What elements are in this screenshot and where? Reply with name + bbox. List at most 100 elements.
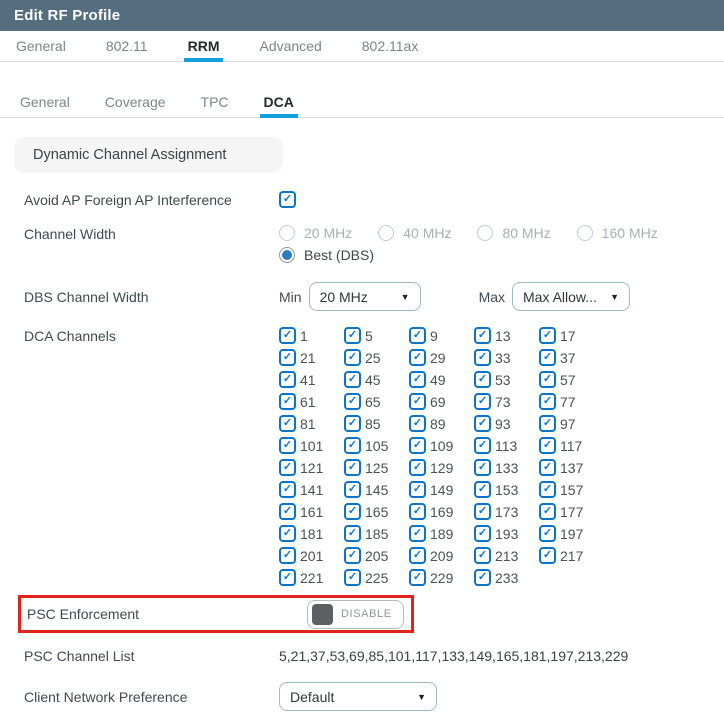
- channel-checkbox[interactable]: [344, 327, 361, 344]
- channel-checkbox[interactable]: [279, 371, 296, 388]
- dca-channel-113[interactable]: 113: [474, 437, 539, 454]
- subtab-dca[interactable]: DCA: [259, 86, 299, 118]
- dca-channel-97[interactable]: 97: [539, 415, 604, 432]
- dca-channel-1[interactable]: 1: [279, 327, 344, 344]
- dca-channel-133[interactable]: 133: [474, 459, 539, 476]
- channel-checkbox[interactable]: [409, 393, 426, 410]
- dca-channel-41[interactable]: 41: [279, 371, 344, 388]
- channel-checkbox[interactable]: [279, 503, 296, 520]
- dca-channel-125[interactable]: 125: [344, 459, 409, 476]
- dca-channel-81[interactable]: 81: [279, 415, 344, 432]
- dca-channel-65[interactable]: 65: [344, 393, 409, 410]
- dca-channel-137[interactable]: 137: [539, 459, 604, 476]
- subtab-tpc[interactable]: TPC: [199, 86, 231, 117]
- tab-general[interactable]: General: [14, 31, 68, 61]
- dca-channel-45[interactable]: 45: [344, 371, 409, 388]
- dca-channel-217[interactable]: 217: [539, 547, 604, 564]
- dca-channel-5[interactable]: 5: [344, 327, 409, 344]
- channel-checkbox[interactable]: [539, 371, 556, 388]
- subtab-coverage[interactable]: Coverage: [103, 86, 168, 117]
- tab-802-11ax[interactable]: 802.11ax: [360, 31, 421, 61]
- dca-channel-61[interactable]: 61: [279, 393, 344, 410]
- channel-checkbox[interactable]: [409, 349, 426, 366]
- radio-80-mhz[interactable]: 80 MHz: [477, 225, 551, 241]
- dca-channel-9[interactable]: 9: [409, 327, 474, 344]
- radio-20-mhz[interactable]: 20 MHz: [279, 225, 352, 241]
- channel-checkbox[interactable]: [409, 327, 426, 344]
- dca-channel-69[interactable]: 69: [409, 393, 474, 410]
- channel-checkbox[interactable]: [279, 547, 296, 564]
- channel-checkbox[interactable]: [474, 481, 491, 498]
- psc-enforcement-toggle[interactable]: DISABLE: [307, 599, 404, 629]
- channel-checkbox[interactable]: [409, 547, 426, 564]
- dca-channel-165[interactable]: 165: [344, 503, 409, 520]
- dca-channel-53[interactable]: 53: [474, 371, 539, 388]
- dca-channel-13[interactable]: 13: [474, 327, 539, 344]
- dca-channel-85[interactable]: 85: [344, 415, 409, 432]
- tab-advanced[interactable]: Advanced: [257, 31, 323, 61]
- dca-channel-193[interactable]: 193: [474, 525, 539, 542]
- dca-channel-169[interactable]: 169: [409, 503, 474, 520]
- dca-channel-89[interactable]: 89: [409, 415, 474, 432]
- dca-channel-205[interactable]: 205: [344, 547, 409, 564]
- channel-checkbox[interactable]: [409, 371, 426, 388]
- radio-40-mhz[interactable]: 40 MHz: [378, 225, 451, 241]
- dca-channel-49[interactable]: 49: [409, 371, 474, 388]
- channel-checkbox[interactable]: [344, 349, 361, 366]
- dca-channel-197[interactable]: 197: [539, 525, 604, 542]
- dca-channel-173[interactable]: 173: [474, 503, 539, 520]
- channel-checkbox[interactable]: [539, 547, 556, 564]
- dca-channel-37[interactable]: 37: [539, 349, 604, 366]
- channel-checkbox[interactable]: [474, 459, 491, 476]
- channel-checkbox[interactable]: [279, 415, 296, 432]
- channel-checkbox[interactable]: [279, 481, 296, 498]
- channel-checkbox[interactable]: [474, 503, 491, 520]
- channel-checkbox[interactable]: [344, 371, 361, 388]
- dca-channel-73[interactable]: 73: [474, 393, 539, 410]
- channel-checkbox[interactable]: [279, 459, 296, 476]
- channel-checkbox[interactable]: [539, 437, 556, 454]
- radio-160-mhz[interactable]: 160 MHz: [576, 225, 658, 241]
- channel-checkbox[interactable]: [539, 349, 556, 366]
- channel-checkbox[interactable]: [344, 415, 361, 432]
- channel-checkbox[interactable]: [474, 393, 491, 410]
- dca-channel-21[interactable]: 21: [279, 349, 344, 366]
- dca-channel-189[interactable]: 189: [409, 525, 474, 542]
- dca-channel-141[interactable]: 141: [279, 481, 344, 498]
- dca-channel-161[interactable]: 161: [279, 503, 344, 520]
- tab-rrm[interactable]: RRM: [183, 31, 224, 62]
- dca-channel-221[interactable]: 221: [279, 569, 344, 586]
- dca-channel-149[interactable]: 149: [409, 481, 474, 498]
- channel-checkbox[interactable]: [474, 569, 491, 586]
- channel-checkbox[interactable]: [279, 437, 296, 454]
- channel-checkbox[interactable]: [344, 525, 361, 542]
- dca-channel-93[interactable]: 93: [474, 415, 539, 432]
- channel-checkbox[interactable]: [539, 481, 556, 498]
- channel-checkbox[interactable]: [344, 437, 361, 454]
- channel-checkbox[interactable]: [344, 503, 361, 520]
- max-width-dropdown[interactable]: Max Allow... ▼: [512, 282, 631, 311]
- subtab-general[interactable]: General: [18, 86, 72, 117]
- dca-channel-29[interactable]: 29: [409, 349, 474, 366]
- dca-channel-185[interactable]: 185: [344, 525, 409, 542]
- dca-channel-157[interactable]: 157: [539, 481, 604, 498]
- dca-channel-209[interactable]: 209: [409, 547, 474, 564]
- channel-checkbox[interactable]: [279, 393, 296, 410]
- channel-checkbox[interactable]: [279, 525, 296, 542]
- dca-channel-121[interactable]: 121: [279, 459, 344, 476]
- dca-channel-17[interactable]: 17: [539, 327, 604, 344]
- client-network-preference-dropdown[interactable]: Default ▼: [279, 682, 437, 711]
- channel-checkbox[interactable]: [409, 503, 426, 520]
- channel-checkbox[interactable]: [279, 327, 296, 344]
- channel-checkbox[interactable]: [539, 503, 556, 520]
- dca-channel-33[interactable]: 33: [474, 349, 539, 366]
- radio-best-dbs[interactable]: Best (DBS): [279, 247, 374, 263]
- channel-checkbox[interactable]: [409, 415, 426, 432]
- channel-checkbox[interactable]: [474, 437, 491, 454]
- channel-checkbox[interactable]: [539, 415, 556, 432]
- channel-checkbox[interactable]: [409, 481, 426, 498]
- dca-channel-233[interactable]: 233: [474, 569, 539, 586]
- dca-channel-177[interactable]: 177: [539, 503, 604, 520]
- channel-checkbox[interactable]: [279, 349, 296, 366]
- dca-channel-101[interactable]: 101: [279, 437, 344, 454]
